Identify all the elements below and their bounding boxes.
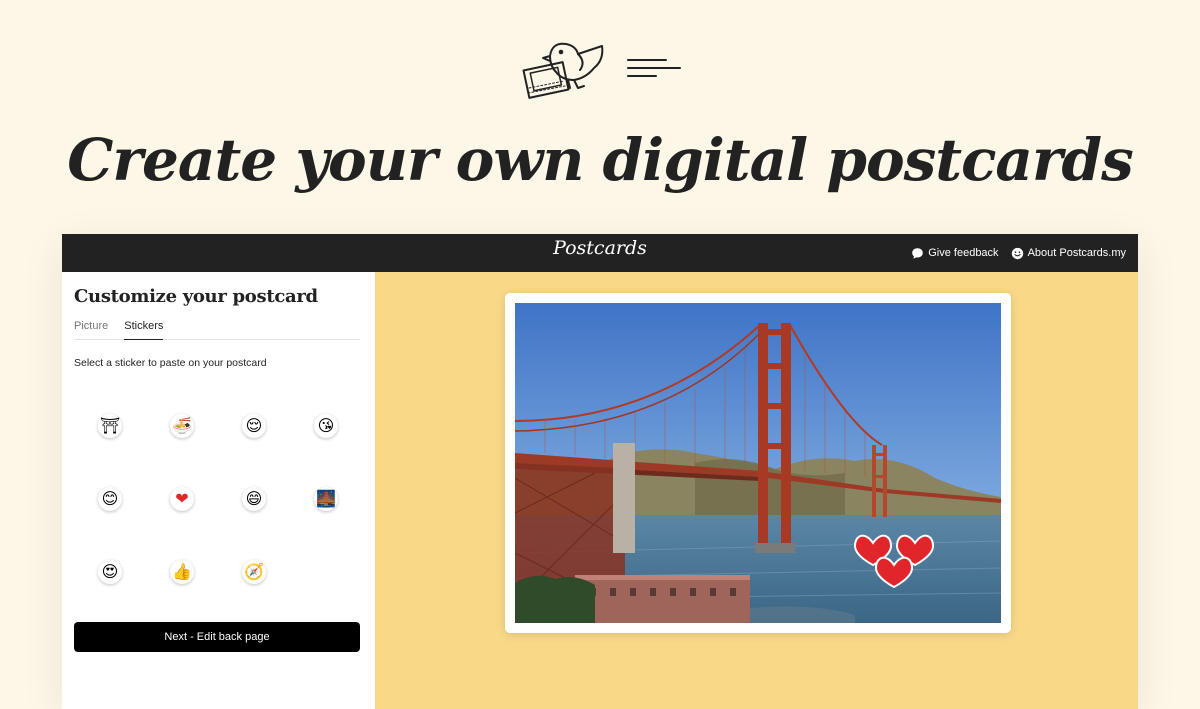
sticker-relieved-face[interactable]: 😌 [218, 389, 290, 462]
sticker-bridge-at-night[interactable]: 🌉 [290, 462, 362, 535]
give-feedback-link[interactable]: Give feedback [911, 247, 999, 260]
red-heart-icon: ❤ [170, 486, 194, 511]
sticker-smiling-face[interactable]: 😊 [74, 462, 146, 535]
sticker-grinning-face[interactable]: 😄 [218, 462, 290, 535]
about-label: About Postcards.my [1027, 247, 1126, 259]
sticker-thumbs-up[interactable]: 👍 [146, 535, 218, 608]
sticker-red-heart[interactable]: ❤ [146, 462, 218, 535]
customize-sidebar: Customize your postcard Picture Stickers… [62, 272, 375, 709]
sticker-heart-eyes-face[interactable]: 😍 [74, 535, 146, 608]
bridge-at-night-icon: 🌉 [314, 486, 338, 511]
grinning-face-icon: 😄 [242, 486, 266, 511]
sidebar-title: Customize your postcard [74, 286, 318, 307]
kissing-face-icon: 😘 [314, 413, 338, 438]
top-navigation-bar: Postcards Give feedback About Postcards.… [62, 234, 1138, 272]
tab-picture[interactable]: Picture [74, 319, 108, 339]
sticker-compass[interactable]: 🧭 [218, 535, 290, 608]
sticker-grid: ⛩ 🍜 😌 😘 😊 ❤ 😄 🌉 😍 👍 🧭 [74, 389, 363, 608]
sticker-ramen-bowl[interactable]: 🍜 [146, 389, 218, 462]
sidebar-tabs: Picture Stickers [74, 319, 360, 340]
app-window: Postcards Give feedback About Postcards.… [62, 234, 1138, 709]
next-edit-back-page-button[interactable]: Next - Edit back page [74, 622, 360, 652]
sticker-hint: Select a sticker to paste on your postca… [74, 357, 267, 369]
thumbs-up-icon: 👍 [170, 559, 194, 584]
hero-title: Create your own digital postcards [67, 126, 1134, 194]
sticker-kissing-face[interactable]: 😘 [290, 389, 362, 462]
compass-icon: 🧭 [242, 559, 266, 584]
smiling-face-icon: 😊 [98, 486, 122, 511]
postcard-front [505, 293, 1011, 633]
tab-stickers[interactable]: Stickers [124, 319, 164, 340]
smiley-icon [1011, 247, 1023, 259]
postcard-preview-area [375, 272, 1138, 709]
give-feedback-label: Give feedback [928, 247, 999, 259]
torii-gate-icon: ⛩ [98, 413, 122, 438]
sticker-torii-gate[interactable]: ⛩ [74, 389, 146, 462]
golden-gate-bridge-photo [515, 303, 1001, 623]
bird-postcard-logo-icon [522, 42, 681, 99]
chat-bubble-icon [912, 247, 924, 259]
heart-eyes-face-icon: 😍 [98, 559, 122, 584]
about-link[interactable]: About Postcards.my [1011, 247, 1126, 260]
relieved-face-icon: 😌 [242, 413, 266, 438]
ramen-bowl-icon: 🍜 [170, 413, 194, 438]
